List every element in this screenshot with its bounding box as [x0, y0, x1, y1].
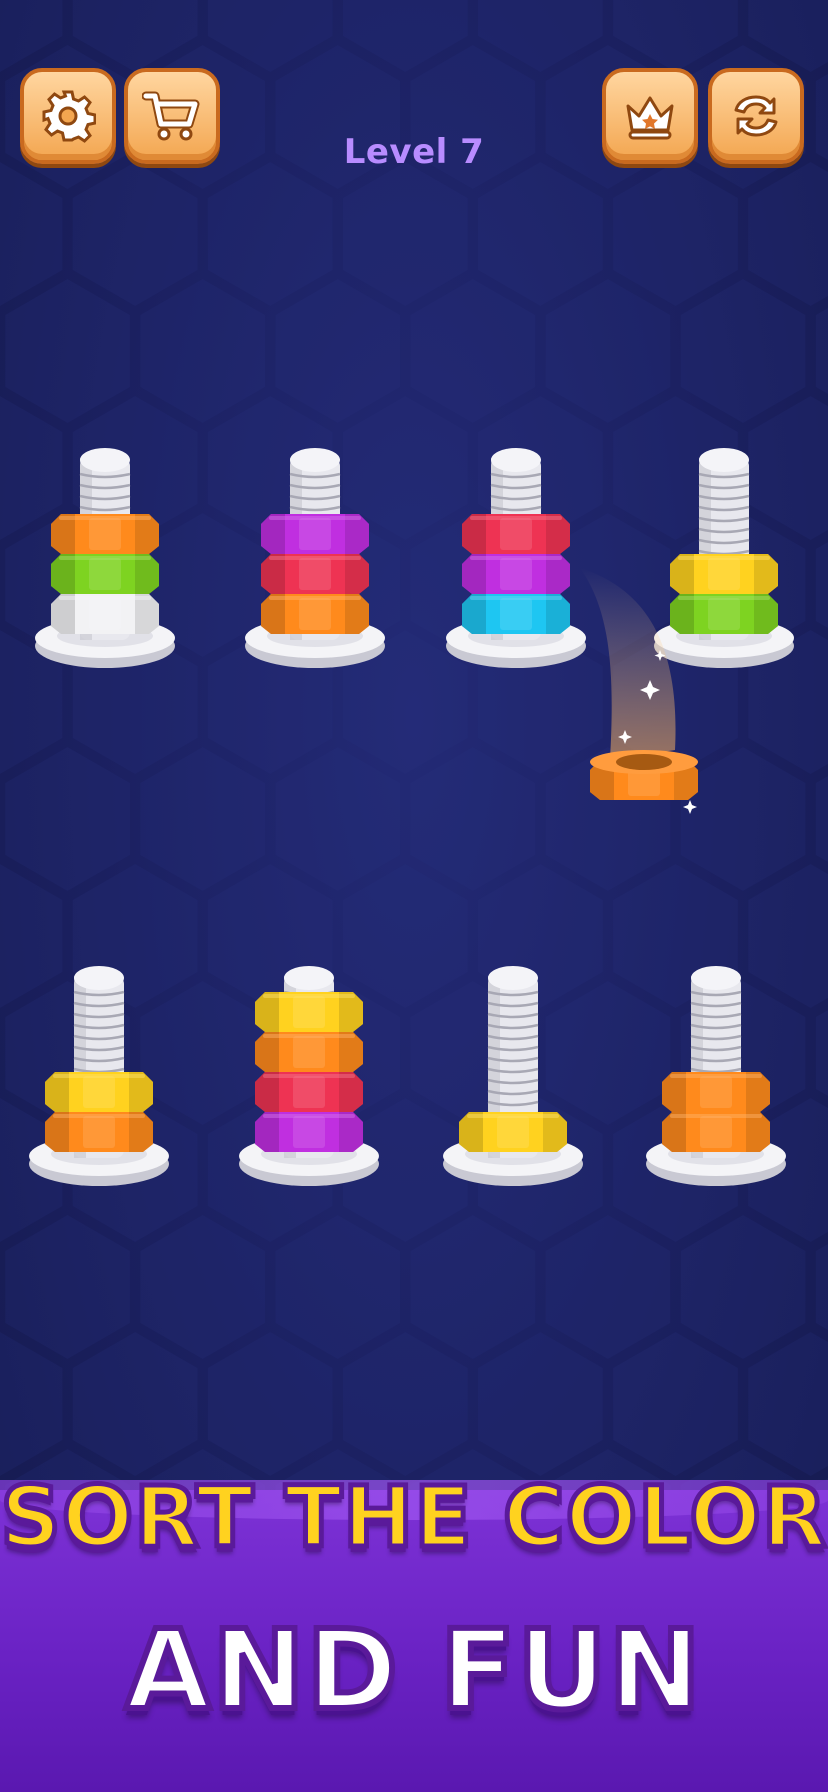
nut: [261, 514, 369, 554]
banner-title-line2: AND FUN: [122, 1603, 703, 1737]
banner-title-line1: SORT THE COLOR: [0, 1466, 828, 1569]
peg-7[interactable]: [438, 958, 588, 1218]
nut: [255, 1112, 363, 1152]
nut: [45, 1072, 153, 1112]
nut: [261, 554, 369, 594]
nut: [45, 1112, 153, 1152]
peg-2[interactable]: [240, 440, 390, 700]
level-label: Level 7: [343, 132, 485, 172]
peg-5[interactable]: [24, 958, 174, 1218]
nut: [51, 554, 159, 594]
nut: [255, 1032, 363, 1072]
nut: [51, 514, 159, 554]
nut: [662, 1112, 770, 1152]
peg-6[interactable]: [234, 958, 384, 1218]
nut: [459, 1112, 567, 1152]
nut: [51, 594, 159, 634]
nut: [255, 992, 363, 1032]
nut: [462, 554, 570, 594]
nut: [255, 1072, 363, 1112]
peg-8[interactable]: [641, 958, 791, 1218]
motion-trail: [580, 568, 676, 760]
peg-1[interactable]: [30, 440, 180, 700]
nut: [662, 1072, 770, 1112]
nut: [261, 594, 369, 634]
nut: [462, 594, 570, 634]
flying-nut: [580, 568, 698, 814]
nut: [462, 514, 570, 554]
